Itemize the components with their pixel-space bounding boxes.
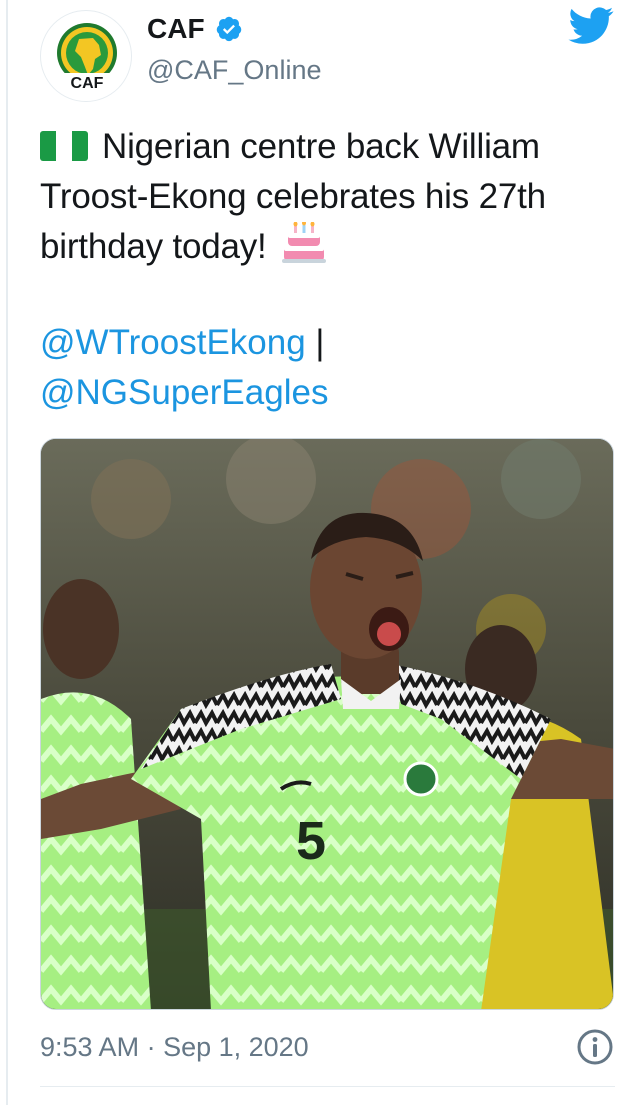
tweet-text: Nigerian centre back William Troost-Ekon…: [40, 122, 615, 272]
mention-ngsupereagles[interactable]: @NGSuperEagles: [40, 373, 328, 412]
caf-logo: CAF: [55, 23, 119, 92]
birthday-cake-icon: [282, 222, 327, 263]
tweet-photo[interactable]: 5: [40, 438, 614, 1010]
tweet-card[interactable]: CAF CAF @CAF_Online Nigerian centre back…: [40, 0, 615, 1105]
avatar[interactable]: CAF: [40, 10, 132, 102]
jersey-number: 5: [296, 811, 326, 871]
tweet-line-2: Troost-Ekong celebrates his 27th: [40, 177, 546, 216]
twitter-bird-icon[interactable]: [568, 6, 614, 46]
bottom-divider: [40, 1086, 615, 1087]
tweet-line-3: birthday today!: [40, 222, 615, 272]
tweet-line-1-text: Nigerian centre back William: [102, 127, 540, 166]
author-handle[interactable]: @CAF_Online: [147, 53, 321, 87]
left-border: [6, 0, 8, 1105]
info-icon[interactable]: [576, 1028, 614, 1066]
tweet-line-3-text: birthday today!: [40, 227, 267, 266]
nigeria-flag-icon: [40, 131, 88, 161]
mention-wtroostekong[interactable]: @WTroostEkong: [40, 323, 306, 362]
tweet-line-1: Nigerian centre back William: [40, 122, 615, 172]
tweet-mentions: @WTroostEkong | @NGSuperEagles: [40, 318, 328, 418]
timestamp-dot: ·: [139, 1032, 164, 1062]
tweet-date[interactable]: Sep 1, 2020: [163, 1032, 309, 1062]
tweet-time[interactable]: 9:53 AM: [40, 1032, 139, 1062]
author-name[interactable]: CAF: [147, 12, 243, 46]
author-name-text[interactable]: CAF: [147, 12, 205, 46]
caf-logo-text: CAF: [71, 75, 104, 92]
mention-separator: |: [305, 323, 325, 362]
photo-illustration: 5: [41, 439, 613, 1009]
verified-badge-icon: [216, 16, 241, 42]
tweet-timestamp[interactable]: 9:53 AM · Sep 1, 2020: [40, 1027, 309, 1067]
